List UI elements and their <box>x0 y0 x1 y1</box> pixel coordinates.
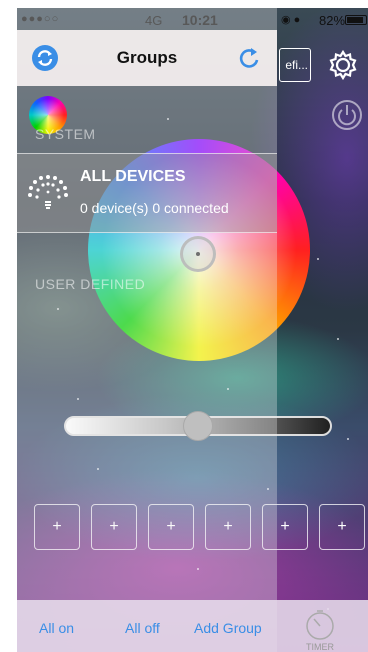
app-screen: ●●●○○ 4G 10:21 ◉ ● 82% efi... + + + + + … <box>17 8 368 652</box>
refresh-icon[interactable] <box>235 44 263 72</box>
power-icon[interactable] <box>330 98 364 132</box>
bulb-icon <box>28 175 68 209</box>
define-button[interactable]: efi... <box>279 48 311 82</box>
all-on-button[interactable]: All on <box>39 620 74 636</box>
device-group-row[interactable]: ALL DEVICES 0 device(s) 0 connected <box>17 153 277 233</box>
add-group-button[interactable]: Add Group <box>194 620 262 636</box>
battery-percent: 82% <box>319 13 346 28</box>
rotation-lock-icon: ◉ ● <box>281 14 301 26</box>
add-preset-button[interactable]: + <box>319 504 365 550</box>
section-system: SYSTEM <box>35 126 96 142</box>
groups-drawer: Groups SYSTEM ALL DEVICES 0 device(s) 0 … <box>17 8 277 652</box>
timer-button[interactable]: TIMER <box>297 608 343 652</box>
timer-label: TIMER <box>306 642 334 652</box>
battery-icon <box>345 15 367 25</box>
device-group-name: ALL DEVICES <box>80 168 186 185</box>
gear-icon[interactable] <box>326 48 360 82</box>
device-group-info: 0 device(s) 0 connected <box>80 200 229 216</box>
timer-icon <box>306 610 334 640</box>
section-user-defined: USER DEFINED <box>35 276 146 292</box>
all-off-button[interactable]: All off <box>125 620 160 636</box>
drawer-header: Groups <box>17 30 277 86</box>
